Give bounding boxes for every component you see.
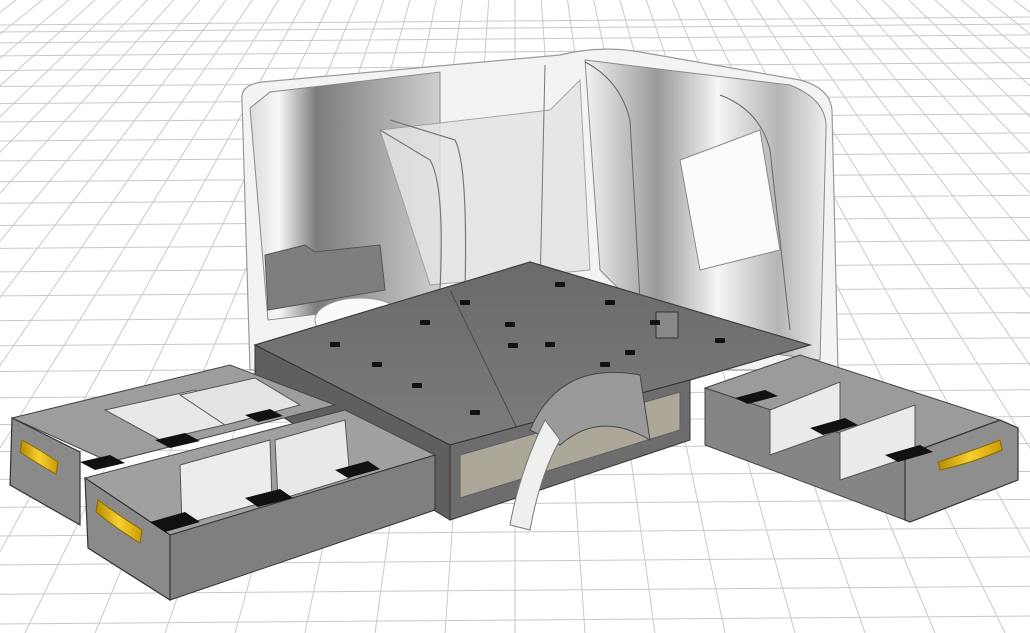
tie-down-slot (715, 338, 725, 343)
tie-down-slot (650, 320, 660, 325)
cad-viewport[interactable] (0, 0, 1030, 633)
tie-down-slot (412, 383, 422, 388)
tie-down-slot (372, 362, 382, 367)
drawer-right[interactable] (703, 354, 1019, 523)
tie-down-slot (508, 343, 518, 348)
tie-down-slot (420, 320, 430, 325)
tie-down-slot (555, 282, 565, 287)
grid-line (851, 0, 1030, 633)
grid-line (834, 0, 1030, 633)
grid-line (817, 0, 1030, 633)
tie-down-slot (600, 362, 610, 367)
tie-down-slot (330, 342, 340, 347)
tie-down-slot (545, 342, 555, 347)
grid-line (843, 0, 1030, 633)
tie-down-slot (505, 322, 515, 327)
tie-down-slot (470, 410, 480, 415)
floor-bracket (655, 311, 679, 339)
tie-down-slot (625, 350, 635, 355)
tie-down-slot (460, 300, 470, 305)
tie-down-slot (605, 300, 615, 305)
grid-line (826, 0, 1030, 633)
van-model-scene (0, 0, 1030, 633)
